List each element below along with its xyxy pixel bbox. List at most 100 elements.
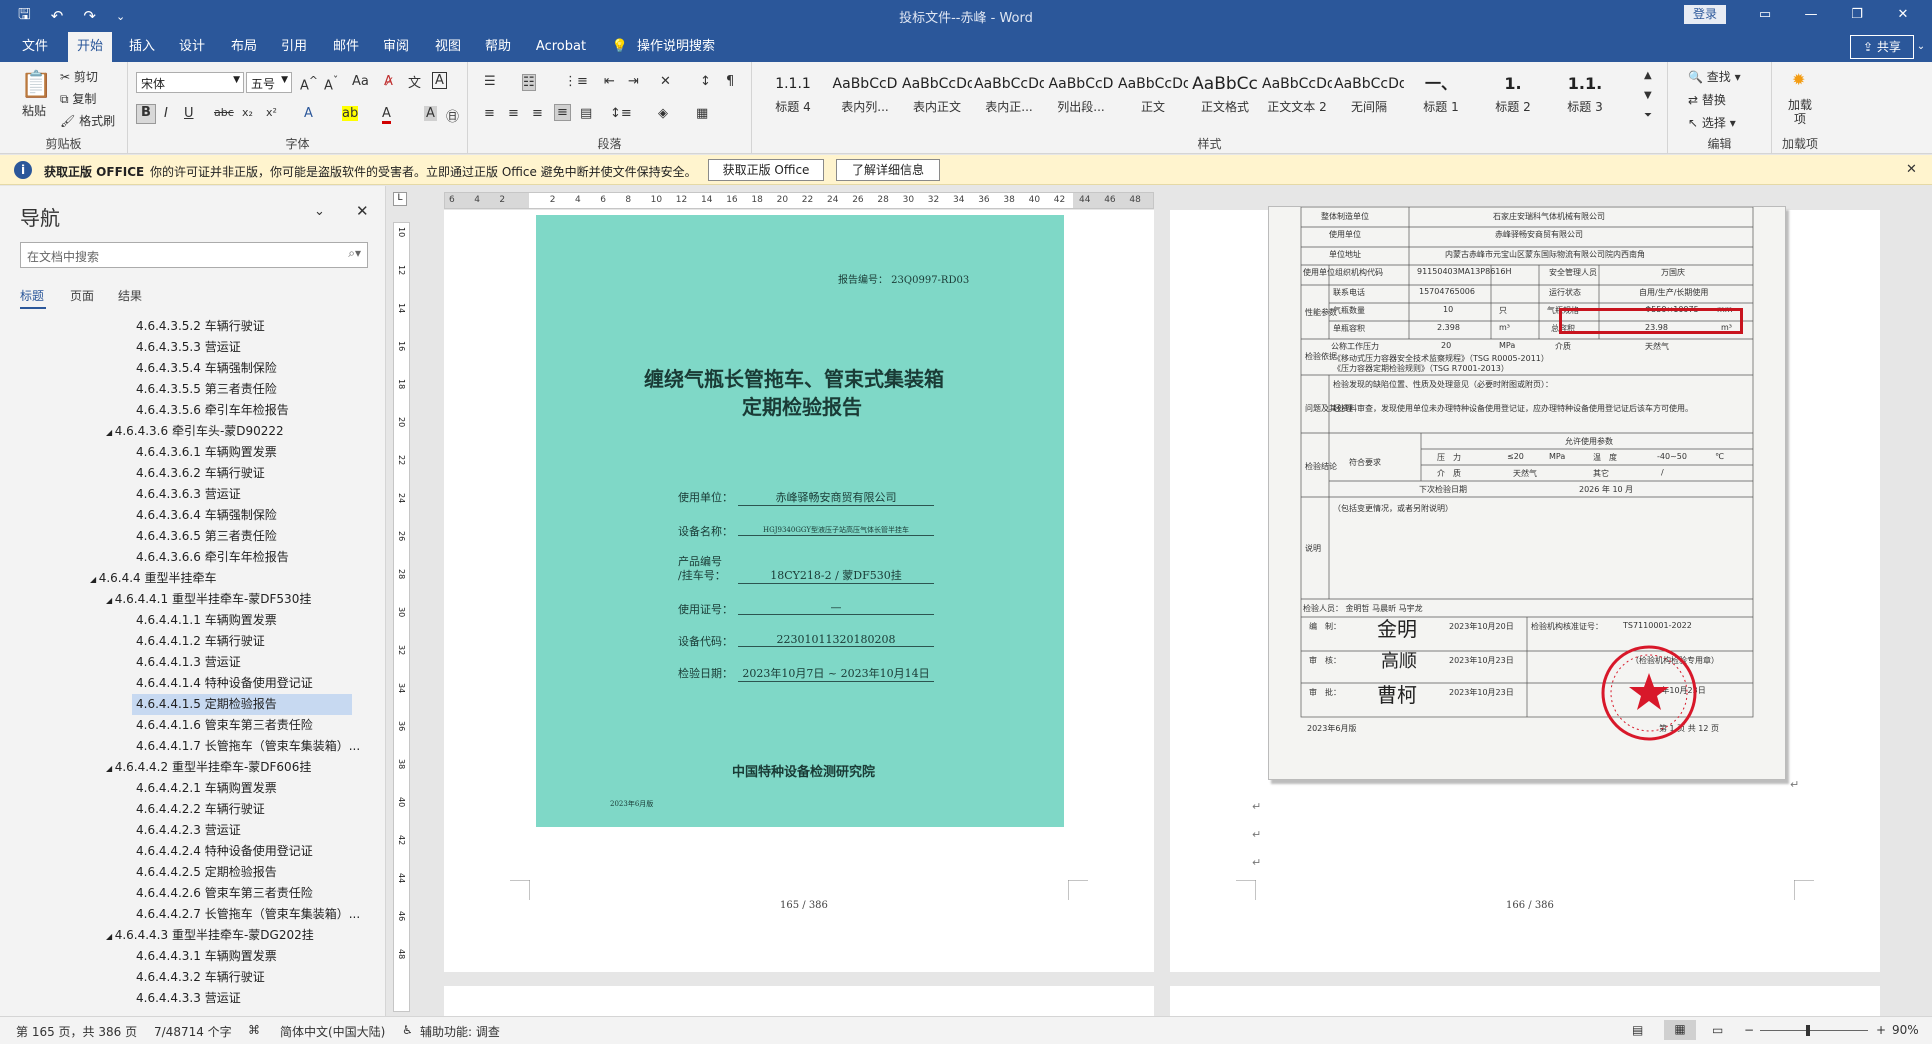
nav-heading-item[interactable]: 4.6.4.4.1.5 定期检验报告 xyxy=(132,694,352,715)
tell-me-search[interactable]: 操作说明搜索 xyxy=(636,32,716,62)
nav-heading-item[interactable]: 4.6.4.4.1.2 车辆行驶证 xyxy=(136,631,265,652)
nav-heading-item[interactable]: 4.6.4.3.5.6 牵引车年检报告 xyxy=(136,400,289,421)
tab-view[interactable]: 视图 xyxy=(426,32,470,62)
nav-heading-item[interactable]: 4.6.4.4.2.1 车辆购置发票 xyxy=(136,778,277,799)
numbering-icon[interactable]: ☷ xyxy=(522,74,536,91)
increase-indent-icon[interactable]: ⇥ xyxy=(628,74,639,89)
nav-heading-item[interactable]: 4.6.4.4.1.4 特种设备使用登记证 xyxy=(136,673,313,694)
addins-button[interactable]: 加载项 xyxy=(1786,98,1814,126)
change-case-icon[interactable]: Aa xyxy=(352,74,369,89)
nav-heading-item[interactable]: 4.6.4.4.1.6 管束车第三者责任险 xyxy=(136,715,313,736)
nav-heading-item[interactable]: 4.6.4.4.3.2 车辆行驶证 xyxy=(136,967,265,988)
nav-heading-item[interactable]: 4.6.4.3.6.3 营运证 xyxy=(136,484,241,505)
text-effects-icon[interactable]: A xyxy=(304,106,313,121)
subscript-icon[interactable]: x₂ xyxy=(242,106,253,119)
tab-review[interactable]: 审阅 xyxy=(374,32,418,62)
nav-heading-item[interactable]: 4.6.4.3.5.4 车辆强制保险 xyxy=(136,358,277,379)
nav-heading-item[interactable]: 4.6.4.4.3.3 营运证 xyxy=(136,988,241,1009)
page-168[interactable] xyxy=(1170,986,1880,1016)
gallery-up-icon[interactable]: ▲ xyxy=(1644,70,1652,81)
tab-design[interactable]: 设计 xyxy=(170,32,214,62)
style-item[interactable]: 一、 标题 1 xyxy=(1406,70,1476,128)
borders-icon[interactable]: ▦ xyxy=(696,106,708,121)
sort-icon[interactable]: ↕ xyxy=(700,74,711,89)
tab-help[interactable]: 帮助 xyxy=(476,32,520,62)
get-genuine-button[interactable]: 获取正版 Office xyxy=(708,159,824,181)
find-button[interactable]: 🔍 查找 ▾ xyxy=(1688,68,1741,85)
nav-tab-pages[interactable]: 页面 xyxy=(70,287,94,304)
phonetic-guide-icon[interactable]: 文 xyxy=(408,72,421,91)
horizontal-ruler[interactable]: 6 4 2 2 4 6 8 10 12 14 16 18 20 22 24 26 28 30 32 34 36 38 40 4… xyxy=(444,192,1154,209)
style-item[interactable]: AaBbCcD 列出段... xyxy=(1046,70,1116,128)
nav-heading-item[interactable]: 4.6.4.3.6.1 车辆购置发票 xyxy=(136,442,277,463)
tab-references[interactable]: 引用 xyxy=(272,32,316,62)
multilevel-list-icon[interactable]: ⋮≡ xyxy=(564,74,588,89)
nav-heading-item[interactable]: 4.6.4.4.1.3 营运证 xyxy=(136,652,241,673)
nav-heading-item[interactable]: 4.6.4.3.5.2 车辆行驶证 xyxy=(136,316,265,337)
nav-heading-item[interactable]: 4.6.4.4.2.3 营运证 xyxy=(136,820,241,841)
paste-icon[interactable]: 📋 xyxy=(20,70,52,100)
nav-heading-item[interactable]: 4.6.4.4.3.1 车辆购置发票 xyxy=(136,946,277,967)
read-mode-icon[interactable]: ▤ xyxy=(1632,1023,1643,1037)
vertical-ruler[interactable]: 10 12 14 16 18 20 22 24 26 28 30 32 34 36 38 40 42 44 46 48 xyxy=(393,222,410,1012)
char-shading-icon[interactable]: A xyxy=(424,106,437,121)
distributed-icon[interactable]: ▤ xyxy=(580,106,592,121)
align-right-icon[interactable]: ≡ xyxy=(532,106,543,121)
close-icon[interactable]: ✕ xyxy=(1880,0,1926,32)
nav-heading-item[interactable]: 4.6.4.4.2.4 特种设备使用登记证 xyxy=(136,841,313,862)
shading-icon[interactable]: ◈ xyxy=(658,106,668,121)
nav-heading-item[interactable]: ◢ 4.6.4.3.6 牵引车头-蒙D90222 xyxy=(106,421,284,442)
bold-icon[interactable]: B xyxy=(136,104,156,124)
underline-icon[interactable]: U xyxy=(184,106,194,121)
align-left-icon[interactable]: ≡ xyxy=(484,106,495,121)
page-165[interactable]: 报告编号： 23Q0997-RD03 缠绕气瓶长管拖车、管束式集装箱 定期检验报… xyxy=(444,210,1154,972)
learn-more-button[interactable]: 了解详细信息 xyxy=(836,159,940,181)
search-icon[interactable]: ⌕▾ xyxy=(348,246,361,261)
nav-heading-item[interactable]: ◢ 4.6.4.4.1 重型半挂牵车-蒙DF530挂 xyxy=(106,589,311,610)
style-item[interactable]: AaBbCcD 表内列... xyxy=(830,70,900,128)
nav-heading-item[interactable]: 4.6.4.4.2.2 车辆行驶证 xyxy=(136,799,265,820)
char-border-icon[interactable]: A xyxy=(432,72,447,89)
nav-heading-item[interactable]: 4.6.4.3.6.4 车辆强制保险 xyxy=(136,505,277,526)
nav-tab-headings[interactable]: 标题 xyxy=(20,287,44,304)
zoom-slider[interactable] xyxy=(1760,1025,1868,1036)
font-color-icon[interactable]: A xyxy=(382,106,391,124)
bullets-icon[interactable]: ☰ xyxy=(484,74,496,89)
nav-heading-item[interactable]: ◢ 4.6.4.4 重型半挂牵车 xyxy=(90,568,217,589)
format-painter-button[interactable]: 🖌 格式刷 xyxy=(60,112,115,129)
zoom-level[interactable]: 90% xyxy=(1892,1023,1919,1037)
font-name-select[interactable]: 宋体 ▼ xyxy=(136,72,244,93)
accessibility-status[interactable]: 辅助功能: 调查 xyxy=(420,1023,500,1040)
style-item[interactable]: AaBbCc 正文格式 xyxy=(1190,70,1260,128)
tab-home[interactable]: 开始 xyxy=(68,32,112,62)
highlight-icon[interactable]: ab xyxy=(342,106,359,121)
page-166[interactable]: 整体制造单位 石家庄安瑞科气体机械有限公司 使用单位 赤峰驿畅安商贸有限公司 单位地址 内… xyxy=(1170,206,1880,972)
addins-icon[interactable]: ✹ xyxy=(1792,70,1805,89)
collapse-triangle-icon[interactable]: ◢ xyxy=(106,596,115,605)
nav-heading-item[interactable]: 4.6.4.4.1.7 长管拖车（管束车集装箱）... xyxy=(136,736,360,757)
cut-button[interactable]: ✂ 剪切 xyxy=(60,68,98,85)
login-button[interactable]: 登录 xyxy=(1684,5,1726,24)
nav-heading-item[interactable]: 4.6.4.3.5.3 营运证 xyxy=(136,337,241,358)
style-item[interactable]: 1.1.1 标题 4 xyxy=(758,70,828,128)
tab-insert[interactable]: 插入 xyxy=(120,32,164,62)
nav-search-input[interactable]: 在文档中搜索 ⌕▾ xyxy=(20,242,368,268)
proofing-icon[interactable]: ⌘ xyxy=(248,1023,260,1037)
nav-heading-item[interactable]: 4.6.4.3.6.5 第三者责任险 xyxy=(136,526,277,547)
paste-button[interactable]: 粘贴 xyxy=(22,102,46,119)
accessibility-icon[interactable]: ♿ xyxy=(402,1023,413,1037)
page-167[interactable] xyxy=(444,986,1154,1016)
zoom-out-icon[interactable]: − xyxy=(1744,1023,1754,1037)
nav-heading-item[interactable]: 4.6.4.3.6.2 车辆行驶证 xyxy=(136,463,265,484)
gallery-more-icon[interactable]: ⏷ xyxy=(1644,110,1652,121)
font-size-select[interactable]: 五号 ▼ xyxy=(246,72,292,93)
style-item[interactable]: AaBbCcDd 无间隔 xyxy=(1334,70,1404,128)
nav-heading-item[interactable]: 4.6.4.4.1.1 车辆购置发票 xyxy=(136,610,277,631)
copy-button[interactable]: ⧉ 复制 xyxy=(60,90,96,107)
asian-layout-icon[interactable]: ✕ xyxy=(660,74,671,89)
italic-icon[interactable]: I xyxy=(164,106,168,121)
style-item[interactable]: AaBbCcDd 表内正... xyxy=(974,70,1044,128)
replace-button[interactable]: ⇄ 替换 xyxy=(1688,91,1726,108)
shrink-font-icon[interactable]: Aˇ xyxy=(324,74,338,93)
style-item[interactable]: AaBbCcDd 正文 xyxy=(1118,70,1188,128)
